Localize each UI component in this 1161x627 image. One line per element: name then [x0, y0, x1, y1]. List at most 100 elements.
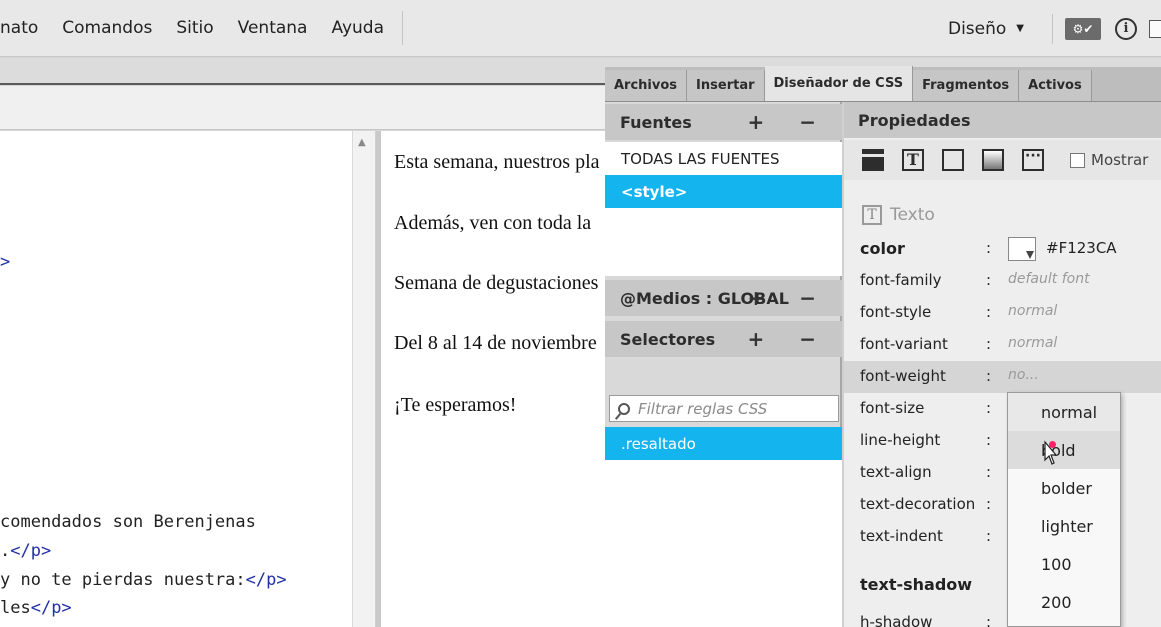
- dropdown-option[interactable]: 200: [1008, 583, 1120, 621]
- colon: :: [986, 463, 992, 481]
- tab-fragmentos[interactable]: Fragmentos: [913, 70, 1020, 101]
- dropdown-option[interactable]: bolder: [1008, 469, 1120, 507]
- property-group-title: text-shadow: [860, 575, 973, 594]
- selectores-add-remove[interactable]: + −: [748, 327, 830, 351]
- fuentes-list: TODAS LAS FUENTES <style>: [605, 142, 842, 276]
- color-swatch[interactable]: [1008, 237, 1036, 261]
- medios-header: @Medios : GLOBAL + −: [605, 280, 842, 316]
- window-restore-icon[interactable]: [1149, 19, 1161, 38]
- property-name: line-height: [860, 431, 941, 449]
- property-row[interactable]: font-family : default font: [844, 265, 1161, 297]
- property-name: font-variant: [860, 335, 948, 353]
- live-view[interactable]: Esta semana, nuestros pla Además, ven co…: [381, 131, 605, 627]
- sync-settings-icon[interactable]: ⚙✔: [1065, 17, 1101, 40]
- layout-icon[interactable]: [862, 149, 884, 171]
- dropdown-option[interactable]: 100: [1008, 545, 1120, 583]
- property-name: font-size: [860, 399, 925, 417]
- property-row-color[interactable]: color : #F123CA: [844, 233, 1161, 265]
- live-paragraph: Semana de degustaciones: [394, 272, 599, 294]
- code-scrollbar[interactable]: ▲: [352, 131, 376, 627]
- property-row[interactable]: font-style : normal: [844, 297, 1161, 329]
- colon: :: [986, 303, 992, 321]
- scroll-up-icon[interactable]: ▲: [358, 137, 366, 148]
- code-line: .</p>: [0, 541, 52, 561]
- menu-ventana[interactable]: Ventana: [226, 18, 320, 38]
- tab-activos[interactable]: Activos: [1019, 70, 1092, 101]
- info-icon[interactable]: i: [1115, 17, 1137, 40]
- search-icon: [618, 402, 630, 415]
- code-line: les</p>: [0, 598, 72, 618]
- checkbox-icon[interactable]: [1070, 152, 1085, 168]
- colon: :: [986, 367, 992, 385]
- colon: :: [986, 431, 992, 449]
- property-value[interactable]: default font: [1008, 271, 1090, 287]
- colon: :: [986, 527, 992, 545]
- color-hex-value[interactable]: #F123CA: [1046, 239, 1117, 257]
- workspace-label: Diseño: [947, 18, 1007, 39]
- dropdown-option[interactable]: lighter: [1008, 507, 1120, 545]
- colon: :: [986, 271, 992, 289]
- live-paragraph: ¡Te esperamos!: [394, 394, 517, 416]
- background-icon[interactable]: [982, 149, 1004, 171]
- click-indicator-icon: [1049, 441, 1056, 448]
- fuentes-add-remove[interactable]: + −: [748, 110, 830, 134]
- property-row[interactable]: font-variant : normal: [844, 329, 1161, 361]
- property-value[interactable]: normal: [1008, 335, 1057, 351]
- tab-disenador-css[interactable]: Diseñador de CSS: [764, 66, 914, 101]
- menu-formato[interactable]: nato: [0, 18, 50, 38]
- toolbar-divider: [1052, 13, 1053, 44]
- propiedades-title: Propiedades: [858, 110, 971, 130]
- more-icon[interactable]: ···: [1022, 149, 1044, 171]
- property-category-bar: T ··· Mostrar: [844, 140, 1161, 180]
- tab-archivos[interactable]: Archivos: [605, 70, 688, 101]
- list-item[interactable]: TODAS LAS FUENTES: [605, 142, 842, 175]
- border-icon[interactable]: [942, 149, 964, 171]
- colon: :: [986, 399, 992, 417]
- chevron-down-icon: ▼: [1016, 23, 1024, 34]
- colon: :: [986, 613, 992, 627]
- propiedades-header: Propiedades: [844, 102, 1161, 138]
- live-paragraph: Esta semana, nuestros pla: [394, 151, 600, 173]
- text-icon: T: [862, 205, 882, 225]
- workspace-switcher[interactable]: Diseño ▼: [948, 19, 1040, 39]
- fuentes-header: Fuentes + −: [605, 104, 842, 140]
- medios-add-remove[interactable]: + −: [748, 286, 830, 310]
- property-name: font-style: [860, 303, 932, 321]
- menu-comandos[interactable]: Comandos: [50, 18, 164, 38]
- live-paragraph: Además, ven con toda la: [394, 212, 592, 234]
- filter-placeholder: Filtrar reglas CSS: [638, 399, 768, 418]
- menu-ayuda[interactable]: Ayuda: [319, 18, 396, 38]
- list-item-selected[interactable]: .resaltado: [605, 427, 842, 460]
- panel-tabs: Archivos Insertar Diseñador de CSS Fragm…: [605, 66, 1161, 102]
- show-set-checkbox[interactable]: Mostrar: [1070, 151, 1148, 169]
- menu-sitio[interactable]: Sitio: [164, 18, 225, 38]
- property-name: text-align: [860, 463, 932, 481]
- property-name: text-indent: [860, 527, 943, 545]
- colon: :: [986, 335, 992, 353]
- code-line: >: [0, 252, 11, 272]
- app-window: nato Comandos Sitio Ventana Ayuda Diseño…: [0, 0, 1161, 627]
- document-bar: [0, 86, 605, 130]
- selectores-title: Selectores: [620, 329, 716, 349]
- font-weight-dropdown: normal bold bolder lighter 100 200: [1007, 392, 1121, 627]
- sources-column: Fuentes + − TODAS LAS FUENTES <style> @M…: [605, 102, 842, 627]
- property-value[interactable]: no...: [1008, 367, 1039, 383]
- menu-right-controls: Diseño ▼ ⚙✔ i: [948, 0, 1161, 57]
- fuentes-title: Fuentes: [620, 112, 692, 132]
- property-name: font-family: [860, 271, 942, 289]
- text-icon[interactable]: T: [902, 149, 924, 171]
- property-name: font-weight: [860, 367, 946, 385]
- property-name: color: [860, 239, 905, 258]
- code-line: y no te pierdas nuestra:</p>: [0, 570, 287, 590]
- list-item-selected[interactable]: <style>: [605, 175, 842, 208]
- filter-css-rules-input[interactable]: Filtrar reglas CSS: [609, 395, 839, 422]
- dropdown-option-hovered[interactable]: bold: [1008, 431, 1120, 469]
- dropdown-option[interactable]: normal: [1008, 393, 1120, 431]
- code-line: comendados son Berenjenas: [0, 512, 256, 532]
- menu-bar: nato Comandos Sitio Ventana Ayuda Diseño…: [0, 0, 1161, 57]
- tab-insertar[interactable]: Insertar: [687, 70, 765, 101]
- property-value[interactable]: normal: [1008, 303, 1057, 319]
- code-view[interactable]: > comendados son Berenjenas .</p> y no t…: [0, 131, 352, 627]
- property-name: h-shadow: [860, 613, 933, 627]
- property-row-font-weight[interactable]: font-weight : no...: [844, 361, 1161, 393]
